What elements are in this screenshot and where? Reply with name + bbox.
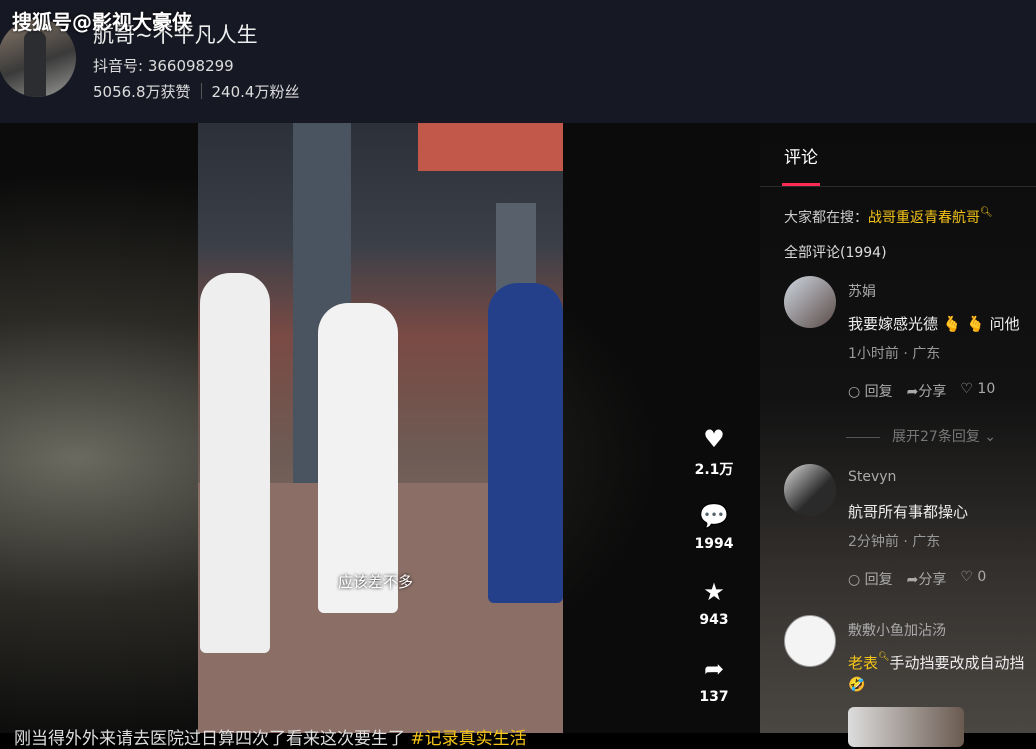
comment-actions: ○ 回复 ➦分享 ♡ 0 [848, 569, 986, 589]
comment-like-button[interactable]: ♡ 0 [960, 569, 986, 589]
like-count: 2.1万 [694, 462, 734, 478]
comment-author[interactable]: 苏娟 [848, 281, 876, 301]
person [488, 283, 563, 603]
hot-search: 大家都在搜：战哥重返青春航哥🔍︎ [784, 207, 993, 227]
profile-header: 航哥~不平凡人生 抖音号: 366098299 5056.8万获赞 240.4万… [0, 0, 1036, 123]
chevron-down-icon: ⌄ [979, 429, 997, 445]
comment-total: 全部评论(1994) [784, 245, 887, 261]
keyword-link[interactable]: 老表 [848, 654, 878, 672]
video-player[interactable] [198, 123, 563, 733]
hot-search-link[interactable]: 战哥重返青春航哥 [868, 210, 980, 226]
comment-text: 老表🔍︎手动挡要改成自动挡 [848, 652, 1025, 672]
description-text: 刚当得外外来请去医院过日算四次了看来这次要生了 [14, 729, 405, 749]
avatar[interactable] [784, 464, 836, 516]
reply-button[interactable]: ○ 回复 [848, 569, 893, 589]
heart-icon: ♡ [960, 569, 973, 585]
likes-count: 5056.8万获赞 [93, 83, 191, 101]
reply-button[interactable]: ○ 回复 [848, 381, 893, 401]
divider [200, 83, 202, 99]
expand-replies-button[interactable]: 展开27条回复 ⌄ [846, 426, 996, 446]
hashtag-link[interactable]: #记录真实生活 [410, 729, 526, 749]
avatar[interactable] [784, 276, 836, 328]
reply-icon: ○ [848, 384, 861, 400]
divider [760, 186, 1036, 187]
reply-icon: ○ [848, 572, 861, 588]
favorite-count: 943 [699, 612, 729, 628]
favorite-button[interactable]: ★ 943 [690, 578, 738, 628]
comment-author[interactable]: 敷敷小鱼加沾汤 [848, 620, 946, 640]
comment-text: 航哥所有事都操心 [848, 503, 969, 521]
comment-text: 我要嫁感光德 🫰 🫰 问他 [848, 315, 1020, 333]
share-icon: ➦ [703, 655, 725, 683]
comment-author[interactable]: Stevyn [848, 469, 896, 485]
share-count: 137 [699, 689, 729, 705]
tab-comments[interactable]: 评论 [784, 143, 818, 168]
comment-count: 1994 [694, 536, 734, 552]
search-icon: 🔍︎ [878, 652, 890, 662]
share-icon: ➦ [906, 572, 919, 588]
search-icon: 🔍︎ [980, 207, 993, 218]
share-button[interactable]: ➦ 137 [690, 655, 738, 705]
star-icon: ★ [703, 578, 725, 606]
profile-uid: 抖音号: 366098299 [93, 57, 234, 75]
comment-like-button[interactable]: ♡ 10 [960, 381, 995, 401]
avatar[interactable] [784, 615, 836, 667]
comment-button[interactable]: 💬 1994 [690, 502, 738, 552]
share-comment-button[interactable]: ➦分享 [907, 569, 947, 589]
watermark: 搜狐号@影视大豪侠 [12, 10, 192, 34]
comment-icon: 💬 [699, 502, 729, 530]
comments-panel: 评论 大家都在搜：战哥重返青春航哥🔍︎ 全部评论(1994) 苏娟 我要嫁感光德… [760, 123, 1036, 747]
heart-icon: ♡ [960, 381, 973, 397]
person [200, 273, 270, 653]
comment-time: 2分钟前 · 广东 [848, 534, 941, 550]
comment-emoji: 🤣 [848, 677, 866, 693]
comment-image[interactable] [848, 707, 964, 747]
heart-icon: ♥ [703, 425, 725, 453]
comment-time: 1小时前 · 广东 [848, 346, 941, 362]
video-description: 刚当得外外来请去医院过日算四次了看来这次要生了 #记录真实生活 [14, 724, 527, 749]
share-comment-button[interactable]: ➦分享 [907, 381, 947, 401]
hot-search-label: 大家都在搜： [784, 210, 868, 226]
share-icon: ➦ [906, 384, 919, 400]
profile-stats: 5056.8万获赞 240.4万粉丝 [93, 81, 299, 102]
fans-count: 240.4万粉丝 [211, 83, 300, 101]
comment-actions: ○ 回复 ➦分享 ♡ 10 [848, 381, 995, 401]
like-button[interactable]: ♥ 2.1万 [690, 425, 738, 479]
video-subtitle: 应该差不多 [338, 573, 414, 591]
person [318, 303, 398, 613]
